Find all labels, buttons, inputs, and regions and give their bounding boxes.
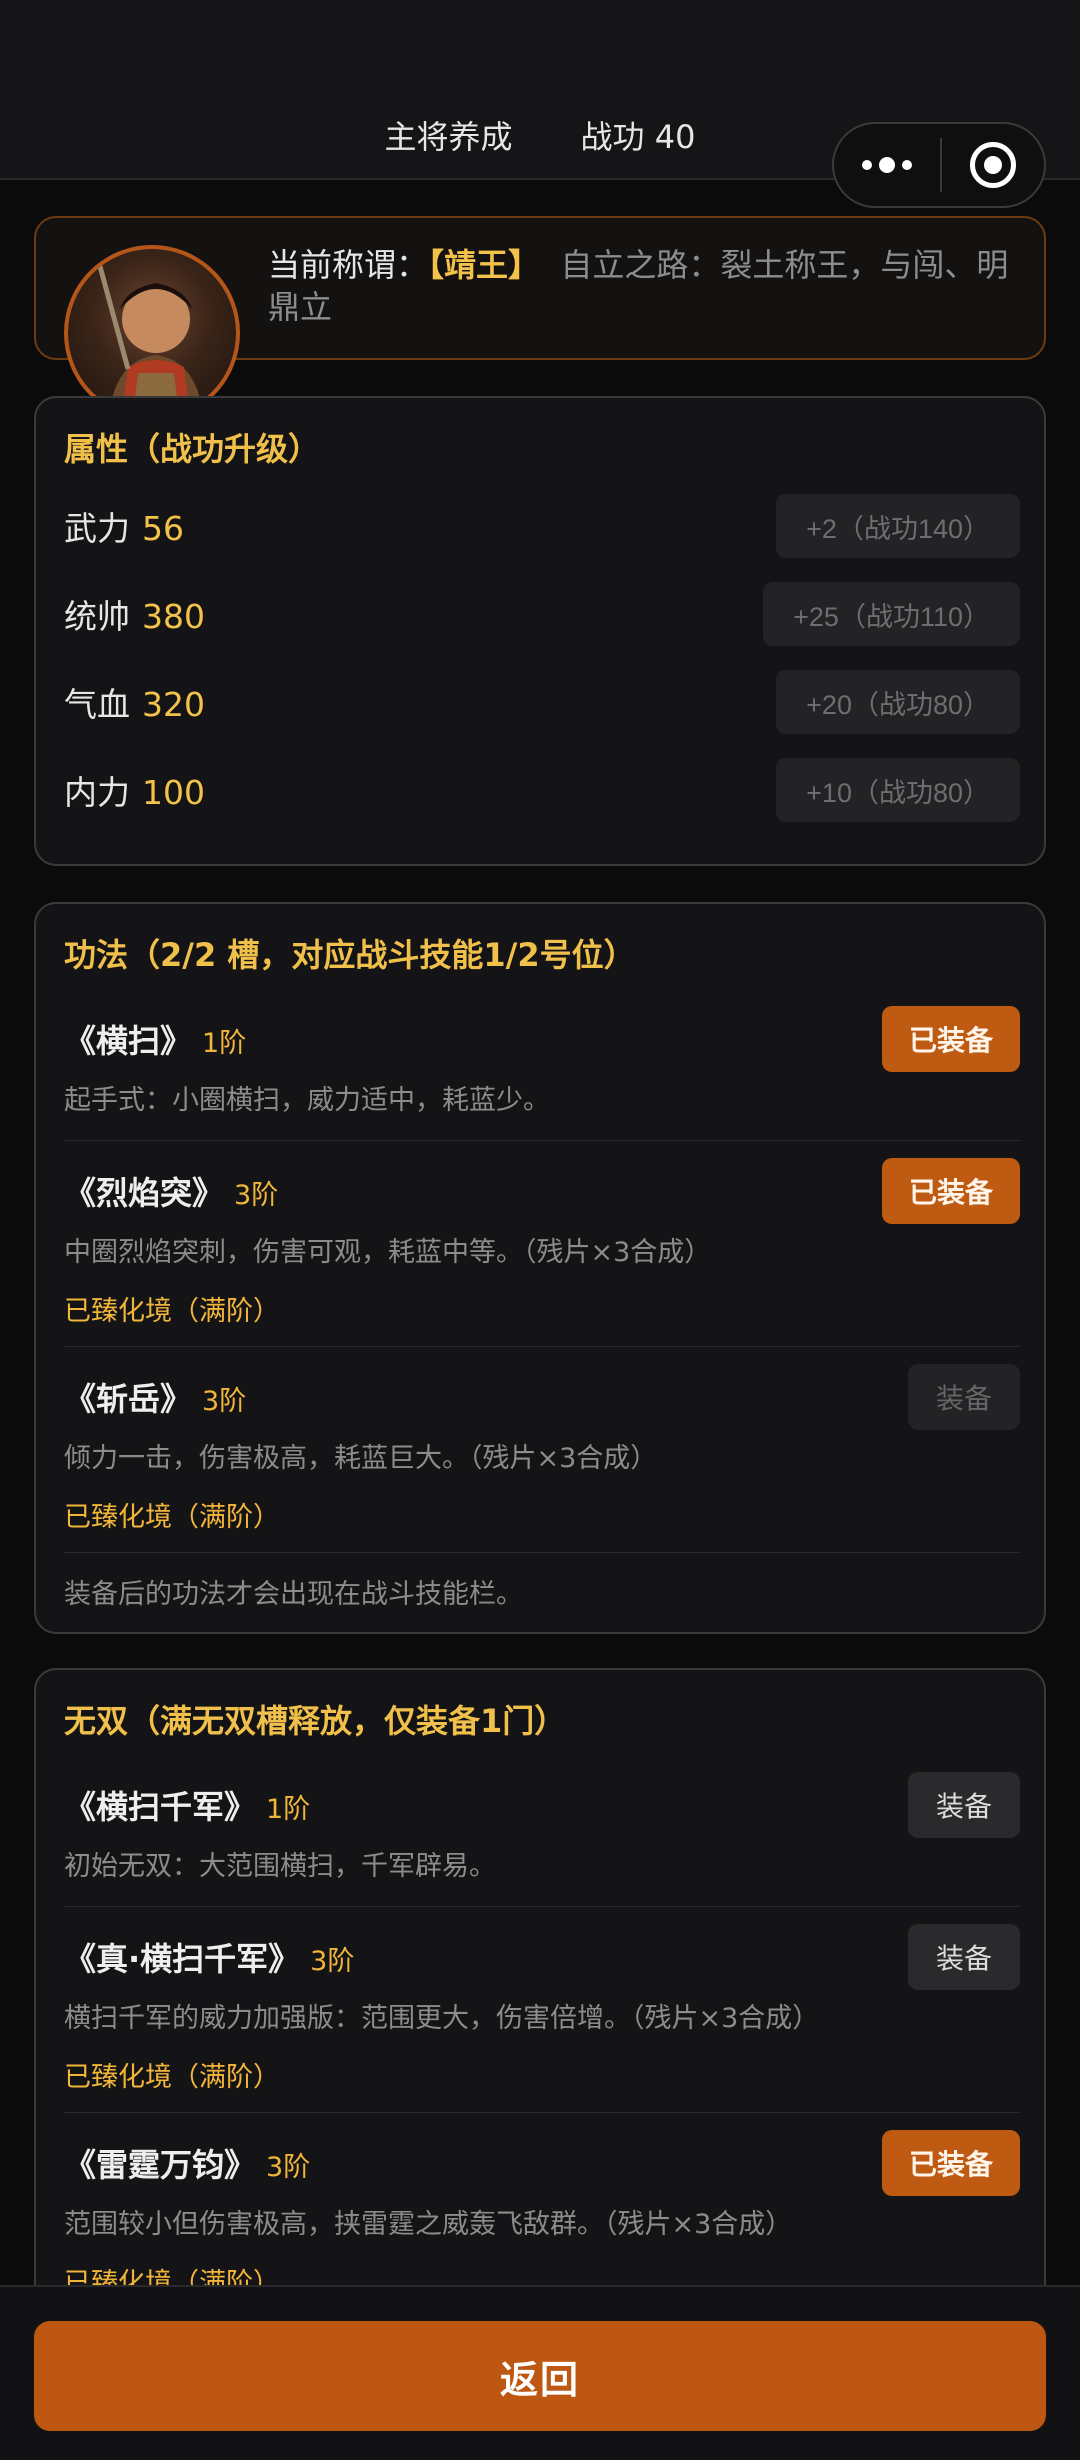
technique-level: 3阶 bbox=[202, 1386, 247, 1417]
general-title-text: 当前称谓：【靖王】 自立之路：裂土称王，与闯、明鼎立 bbox=[268, 244, 1028, 328]
rank-title: 【靖王】 bbox=[428, 246, 541, 284]
attributes-card: 属性（战功升级） 武力 56 +2（战功140） 统帅 380 +25（战功110）… bbox=[34, 396, 1046, 866]
general-title-card: 当前称谓：【靖王】 自立之路：裂土称王，与闯、明鼎立 bbox=[34, 216, 1046, 421]
attribute-name: 统帅 bbox=[64, 597, 130, 636]
technique-item: 《横扫》 1阶 已装备 起手式：小圈横扫，威力适中，耗蓝少。 bbox=[64, 1006, 1020, 1117]
ultimate-max-badge: 已臻化境（满阶） bbox=[64, 2062, 280, 2093]
ultimate-item: 《雷霆万钧》 3阶 已装备 范围较小但伤害极高，挟雷霆之威轰飞敌群。（残片×3合成… bbox=[64, 2130, 1020, 2285]
technique-item: 《烈焰突》 3阶 已装备 中圈烈焰突刺，伤害可观，耗蓝中等。（残片×3合成） 已臻… bbox=[64, 1158, 1020, 1328]
ultimate-description: 初始无双：大范围横扫，千军辟易。 bbox=[64, 1851, 496, 1882]
list-divider bbox=[64, 1140, 1020, 1141]
attribute-row-strength: 武力 56 +2（战功140） bbox=[64, 494, 1020, 558]
ultimate-name: 《雷霆万钧》 bbox=[64, 2146, 257, 2184]
attribute-row-command: 统帅 380 +25（战功110） bbox=[64, 582, 1020, 646]
upgrade-strength-button[interactable]: +2（战功140） bbox=[776, 494, 1020, 558]
attributes-title: 属性（战功升级） bbox=[64, 430, 321, 468]
attribute-row-hp: 气血 320 +20（战功80） bbox=[64, 670, 1020, 734]
merit-counter: 战功 40 bbox=[580, 118, 696, 156]
ultimate-equip-button[interactable]: 装备 bbox=[907, 1772, 1020, 1838]
ultimate-item: 《横扫千军》 1阶 装备 初始无双：大范围横扫，千军辟易。 bbox=[64, 1772, 1020, 1883]
ultimate-level: 1阶 bbox=[266, 1794, 311, 1825]
techniques-note: 装备后的功法才会出现在战斗技能栏。 bbox=[64, 1579, 523, 1610]
page-title: 主将养成 bbox=[384, 118, 513, 156]
ultimate-equipped-button[interactable]: 已装备 bbox=[882, 2130, 1020, 2196]
attribute-value: 56 bbox=[142, 509, 184, 548]
general-avatar bbox=[64, 245, 240, 421]
technique-level: 3阶 bbox=[234, 1180, 279, 1211]
technique-equipped-button[interactable]: 已装备 bbox=[882, 1006, 1020, 1072]
content-scroll-area[interactable]: 当前称谓：【靖王】 自立之路：裂土称王，与闯、明鼎立 属性（战功升级） 武力 56… bbox=[0, 180, 1080, 2285]
technique-description: 起手式：小圈横扫，威力适中，耗蓝少。 bbox=[64, 1085, 550, 1116]
technique-name: 《横扫》 bbox=[64, 1022, 193, 1060]
attribute-name: 武力 bbox=[64, 509, 130, 548]
ultimate-level: 3阶 bbox=[310, 1946, 355, 1977]
upgrade-mp-button[interactable]: +10（战功80） bbox=[776, 758, 1020, 822]
attribute-name: 气血 bbox=[64, 685, 130, 724]
technique-max-badge: 已臻化境（满阶） bbox=[64, 1296, 280, 1327]
attribute-row-mp: 内力 100 +10（战功80） bbox=[64, 758, 1020, 822]
ultimate-equip-button[interactable]: 装备 bbox=[907, 1924, 1020, 1990]
list-divider bbox=[64, 2112, 1020, 2113]
technique-description: 中圈烈焰突刺，伤害可观，耗蓝中等。（残片×3合成） bbox=[64, 1237, 712, 1268]
ultimate-description: 范围较小但伤害极高，挟雷霆之威轰飞敌群。（残片×3合成） bbox=[64, 2209, 793, 2240]
ultimate-max-badge: 已臻化境（满阶） bbox=[64, 2268, 280, 2285]
attribute-value: 100 bbox=[142, 773, 205, 812]
ultimate-name: 《横扫千军》 bbox=[64, 1788, 257, 1826]
technique-description: 倾力一击，伤害极高，耗蓝巨大。（残片×3合成） bbox=[64, 1443, 658, 1474]
technique-max-badge: 已臻化境（满阶） bbox=[64, 1502, 280, 1533]
attribute-name: 内力 bbox=[64, 773, 130, 812]
ultimates-title: 无双（满无双槽释放，仅装备1门） bbox=[64, 1702, 567, 1740]
upgrade-hp-button[interactable]: +20（战功80） bbox=[776, 670, 1020, 734]
ultimate-name: 《真·横扫千军》 bbox=[64, 1940, 301, 1978]
attribute-value: 380 bbox=[142, 597, 205, 636]
ultimate-item: 《真·横扫千军》 3阶 装备 横扫千军的威力加强版：范围更大，伤害倍增。（残片×3… bbox=[64, 1924, 1020, 2094]
upgrade-command-button[interactable]: +25（战功110） bbox=[763, 582, 1020, 646]
techniques-card: 功法（2/2 槽，对应战斗技能1/2号位） 《横扫》 1阶 已装备 起手式：小圈横… bbox=[34, 902, 1046, 1634]
ultimate-description: 横扫千军的威力加强版：范围更大，伤害倍增。（残片×3合成） bbox=[64, 2003, 820, 2034]
ultimate-level: 3阶 bbox=[266, 2152, 311, 2183]
technique-item: 《斩岳》 3阶 装备 倾力一击，伤害极高，耗蓝巨大。（残片×3合成） 已臻化境（满… bbox=[64, 1364, 1020, 1534]
technique-name: 《烈焰突》 bbox=[64, 1174, 225, 1212]
technique-level: 1阶 bbox=[202, 1028, 247, 1059]
top-nav-bar: 主将养成 战功 40 bbox=[0, 0, 1080, 208]
list-divider bbox=[64, 1906, 1020, 1907]
technique-name: 《斩岳》 bbox=[64, 1380, 193, 1418]
more-menu-icon[interactable] bbox=[862, 157, 912, 173]
attribute-value: 320 bbox=[142, 685, 205, 724]
title-label: 当前称谓： bbox=[268, 246, 429, 284]
technique-equipped-button[interactable]: 已装备 bbox=[882, 1158, 1020, 1224]
ultimates-card: 无双（满无双槽释放，仅装备1门） 《横扫千军》 1阶 装备 初始无双：大范围横扫，… bbox=[34, 1668, 1046, 2285]
list-divider bbox=[64, 1346, 1020, 1347]
techniques-title: 功法（2/2 槽，对应战斗技能1/2号位） bbox=[64, 936, 636, 974]
list-divider bbox=[64, 1552, 1020, 1553]
back-button[interactable]: 返回 bbox=[34, 2321, 1046, 2431]
technique-equip-button[interactable]: 装备 bbox=[907, 1364, 1020, 1430]
bottom-action-bar: 返回 bbox=[0, 2285, 1080, 2460]
